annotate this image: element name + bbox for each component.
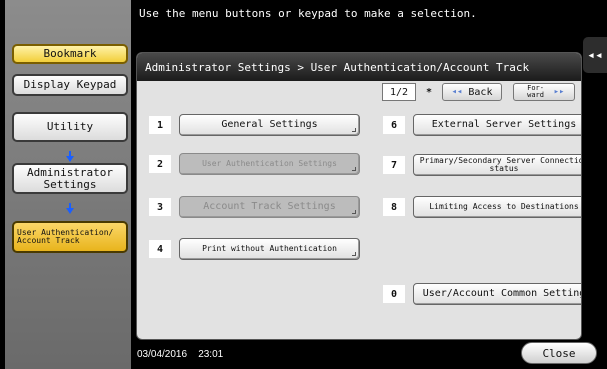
primary-secondary-server-connection-status-button[interactable]: Primary/Secondary Server Connection stat… <box>413 154 581 176</box>
menu-row-6: 6 External Server Settings <box>383 114 581 136</box>
menu-row-3: 3 Account Track Settings <box>149 196 360 218</box>
external-server-settings-button[interactable]: External Server Settings <box>413 114 581 136</box>
instruction-text: Use the menu buttons or keypad to make a… <box>139 7 477 20</box>
item-number: 8 <box>383 198 405 216</box>
general-settings-button[interactable]: General Settings <box>179 114 360 136</box>
pager: 1/2 * ◂◂ Back For- ward ▸▸ # <box>382 83 581 101</box>
menu-row-8: 8 Limiting Access to Destinations <box>383 196 581 218</box>
back-arrow-icon: ◂◂ <box>451 87 463 97</box>
screen: Bookmark Display Keypad Utility Administ… <box>0 0 607 369</box>
arrow-down-icon <box>66 203 74 214</box>
star-key[interactable]: * <box>419 83 439 101</box>
forward-label: For- ward <box>527 84 544 99</box>
item-number: 3 <box>149 198 171 216</box>
item-number: 0 <box>383 285 405 303</box>
print-without-authentication-button[interactable]: Print without Authentication <box>179 238 360 260</box>
item-number: 7 <box>383 156 405 174</box>
sidebar: Bookmark Display Keypad Utility Administ… <box>5 0 131 369</box>
close-button[interactable]: Close <box>521 342 597 364</box>
item-number: 1 <box>149 116 171 134</box>
hash-key[interactable]: # <box>578 83 581 101</box>
datetime: 03/04/2016 23:01 <box>137 349 223 360</box>
menu-row-7: 7 Primary/Secondary Server Connection st… <box>383 154 581 176</box>
item-number: 6 <box>383 116 405 134</box>
menu-row-4: 4 Print without Authentication <box>149 238 360 260</box>
collapse-panel-icon[interactable]: ◂◂ <box>583 37 607 73</box>
back-button[interactable]: ◂◂ Back <box>442 83 502 101</box>
menu-row-0: 0 User/Account Common Setting <box>383 283 581 305</box>
header: Use the menu buttons or keypad to make a… <box>131 0 607 73</box>
utility-button[interactable]: Utility <box>12 112 128 142</box>
bookmark-button[interactable]: Bookmark <box>12 44 128 64</box>
administrator-settings-button[interactable]: Administrator Settings <box>12 163 128 194</box>
forward-arrow-icon: ▸▸ <box>553 87 565 97</box>
limiting-access-to-destinations-button[interactable]: Limiting Access to Destinations <box>413 196 581 218</box>
user-authentication-account-track-button[interactable]: User Authentication/ Account Track <box>12 221 128 253</box>
page-indicator: 1/2 <box>382 83 416 101</box>
menu-row-1: 1 General Settings <box>149 114 360 136</box>
date: 03/04/2016 <box>137 349 188 360</box>
account-track-settings-button[interactable]: Account Track Settings <box>179 196 360 218</box>
back-label: Back <box>468 86 493 98</box>
settings-panel: Administrator Settings > User Authentica… <box>136 52 582 340</box>
display-keypad-button[interactable]: Display Keypad <box>12 74 128 96</box>
breadcrumb: Administrator Settings > User Authentica… <box>137 53 581 81</box>
time: 23:01 <box>198 349 224 360</box>
arrow-down-icon <box>66 151 74 162</box>
user-authentication-settings-button[interactable]: User Authentication Settings <box>179 153 360 175</box>
item-number: 4 <box>149 240 171 258</box>
footer: 03/04/2016 23:01 Close <box>131 340 607 369</box>
item-number: 2 <box>149 155 171 173</box>
user-account-common-setting-button[interactable]: User/Account Common Setting <box>413 283 581 305</box>
menu-row-2: 2 User Authentication Settings <box>149 153 360 175</box>
forward-button[interactable]: For- ward ▸▸ <box>513 83 575 101</box>
